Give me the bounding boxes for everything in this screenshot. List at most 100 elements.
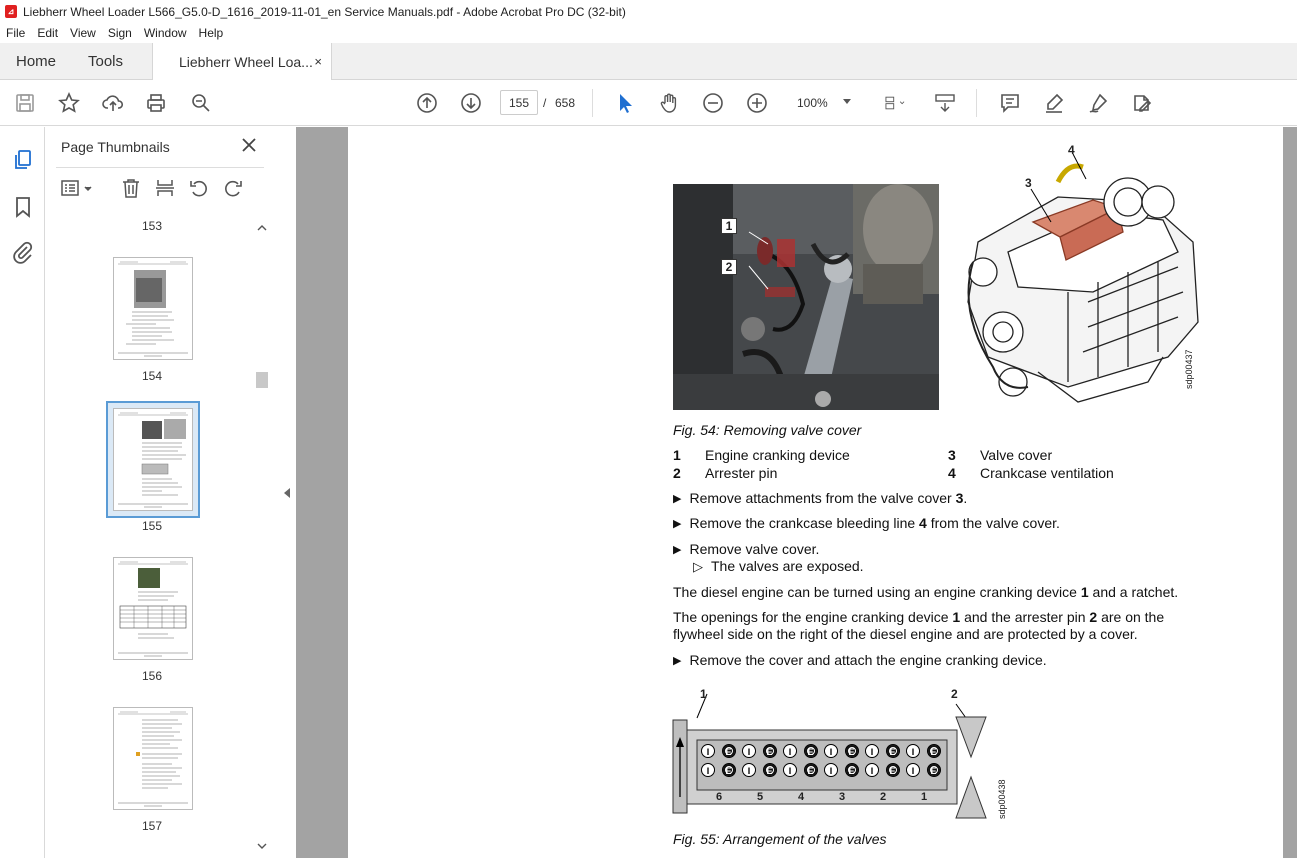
instruction-step: Remove valve cover.	[673, 541, 819, 557]
step-text: Remove attachments from the valve cover	[689, 490, 956, 506]
zoom-out-icon[interactable]	[701, 91, 725, 115]
intake-valve: I	[824, 744, 838, 758]
menu-edit[interactable]: Edit	[37, 26, 58, 40]
legend-text: Valve cover	[980, 447, 1053, 463]
zoom-in-icon[interactable]	[745, 91, 769, 115]
figure-54-engine-drawing: 3 4	[948, 142, 1213, 412]
page-number-input[interactable]: 155	[500, 90, 538, 115]
close-icon[interactable]	[240, 136, 258, 154]
exhaust-valve: E	[803, 763, 818, 777]
paragraph: The diesel engine can be turned using an…	[673, 584, 1178, 600]
select-arrow-icon[interactable]	[613, 91, 637, 115]
figure-55-caption: Fig. 55: Arrangement of the valves	[673, 831, 887, 847]
page-thumbnail[interactable]	[113, 707, 193, 810]
legend-number: 4	[948, 465, 956, 481]
left-navigation-rail	[0, 127, 45, 858]
menu-sign[interactable]: Sign	[108, 26, 132, 40]
valve-diagram-label: 2	[951, 687, 958, 701]
exhaust-valve: E	[762, 744, 777, 758]
thumbnail-page-number: 157	[141, 819, 163, 833]
hand-tool-icon[interactable]	[657, 91, 681, 115]
cylinder-number: 4	[798, 791, 805, 803]
figure-55-valve-diagram: 1 2 IEIEIEIEIEIEIEIEIEIEIEIE 6 5 4 3 2 1	[670, 687, 1000, 822]
previous-page-icon[interactable]	[415, 91, 439, 115]
next-page-icon[interactable]	[459, 91, 483, 115]
cylinder-number: 1	[921, 791, 928, 803]
page-thumbnail[interactable]	[113, 257, 193, 360]
intake-valve: I	[824, 763, 838, 777]
document-view[interactable]: 1 2 3 4 sdp00437 Fig. 54: Removing valve…	[296, 127, 1297, 858]
figure-code: sdp00437	[1184, 349, 1194, 389]
thumbnail-page-number-selected: 155	[141, 519, 163, 533]
highlight-pen-icon[interactable]	[1042, 91, 1066, 115]
step-text: from the valve cover.	[926, 515, 1060, 531]
step-text: Remove the crankcase bleeding line	[689, 515, 920, 531]
intake-valve: I	[906, 744, 920, 758]
window-title: Liebherr Wheel Loader L566_G5.0-D_1616_2…	[23, 4, 626, 19]
zoom-value: 100%	[797, 95, 828, 110]
exhaust-valve: E	[844, 744, 859, 758]
instruction-result: The valves are exposed.	[693, 558, 864, 575]
bookmark-icon[interactable]	[11, 195, 35, 219]
legend-number: 2	[673, 465, 681, 481]
intake-valve: I	[742, 763, 756, 777]
thumbnail-scrollbar[interactable]	[255, 222, 269, 852]
fill-sign-icon[interactable]	[1130, 91, 1154, 115]
tab-document[interactable]: Liebherr Wheel Loa... ×	[152, 43, 332, 81]
menu-bar: File Edit View Sign Window Help	[0, 23, 1297, 43]
figure-54-caption: Fig. 54: Removing valve cover	[673, 422, 862, 438]
menu-help[interactable]: Help	[199, 26, 224, 40]
scroll-mode-icon[interactable]	[933, 91, 957, 115]
comment-icon[interactable]	[998, 91, 1022, 115]
save-icon[interactable]	[13, 91, 37, 115]
draw-freeform-icon[interactable]	[1086, 91, 1110, 115]
thumbnail-page-number: 154	[141, 369, 163, 383]
engine-label: 4	[1068, 143, 1075, 157]
acrobat-pdf-icon: ⊿	[5, 5, 17, 18]
rotate-clockwise-icon[interactable]	[222, 177, 244, 199]
tab-tools[interactable]: Tools	[88, 43, 123, 80]
instruction-step: Remove the cover and attach the engine c…	[673, 652, 1046, 668]
star-icon[interactable]	[57, 91, 81, 115]
engine-label: 3	[1025, 176, 1032, 190]
zoom-search-icon[interactable]	[189, 91, 213, 115]
intake-valve: I	[906, 763, 920, 777]
page-thumbnail[interactable]	[113, 557, 193, 660]
delete-trash-icon[interactable]	[120, 177, 142, 199]
zoom-dropdown[interactable]: 100%	[790, 90, 858, 115]
thumbnail-options-icon[interactable]	[60, 177, 94, 199]
photo-label: 1	[721, 218, 737, 234]
page-thumbnail-selected[interactable]	[113, 408, 193, 511]
page-display-icon[interactable]	[878, 91, 912, 115]
panel-collapse-handle[interactable]	[276, 127, 296, 858]
exhaust-valve: E	[762, 763, 777, 777]
page-separator: /	[543, 96, 547, 110]
menu-window[interactable]: Window	[144, 26, 187, 40]
page-thumbnails-icon[interactable]	[11, 148, 35, 172]
close-tab-icon[interactable]: ×	[314, 54, 322, 69]
exhaust-valve: E	[844, 763, 859, 777]
cylinder-number: 6	[716, 791, 723, 803]
insert-pages-icon[interactable]	[154, 177, 176, 199]
step-text: Remove valve cover.	[689, 541, 820, 557]
intake-valve: I	[865, 744, 879, 758]
photo-label: 2	[721, 259, 737, 275]
exhaust-valve: E	[885, 744, 900, 758]
instruction-step: Remove attachments from the valve cover …	[673, 490, 967, 506]
menu-file[interactable]: File	[6, 26, 25, 40]
valve-diagram-label: 1	[700, 687, 707, 701]
attachment-paperclip-icon[interactable]	[11, 240, 35, 264]
chevron-down-icon	[843, 99, 851, 104]
thumbnail-tools	[46, 175, 274, 203]
paragraph-text: The openings for the engine cranking dev…	[673, 609, 953, 625]
step-text: .	[963, 490, 968, 506]
print-icon[interactable]	[144, 91, 168, 115]
result-text: The valves are exposed.	[711, 558, 864, 574]
legend-text: Arrester pin	[705, 465, 778, 481]
tab-document-label: Liebherr Wheel Loa...	[179, 54, 313, 70]
tab-home[interactable]: Home	[16, 43, 56, 80]
rotate-counterclockwise-icon[interactable]	[188, 177, 210, 199]
menu-view[interactable]: View	[70, 26, 96, 40]
exhaust-valve: E	[721, 744, 736, 758]
upload-cloud-icon[interactable]	[101, 91, 125, 115]
